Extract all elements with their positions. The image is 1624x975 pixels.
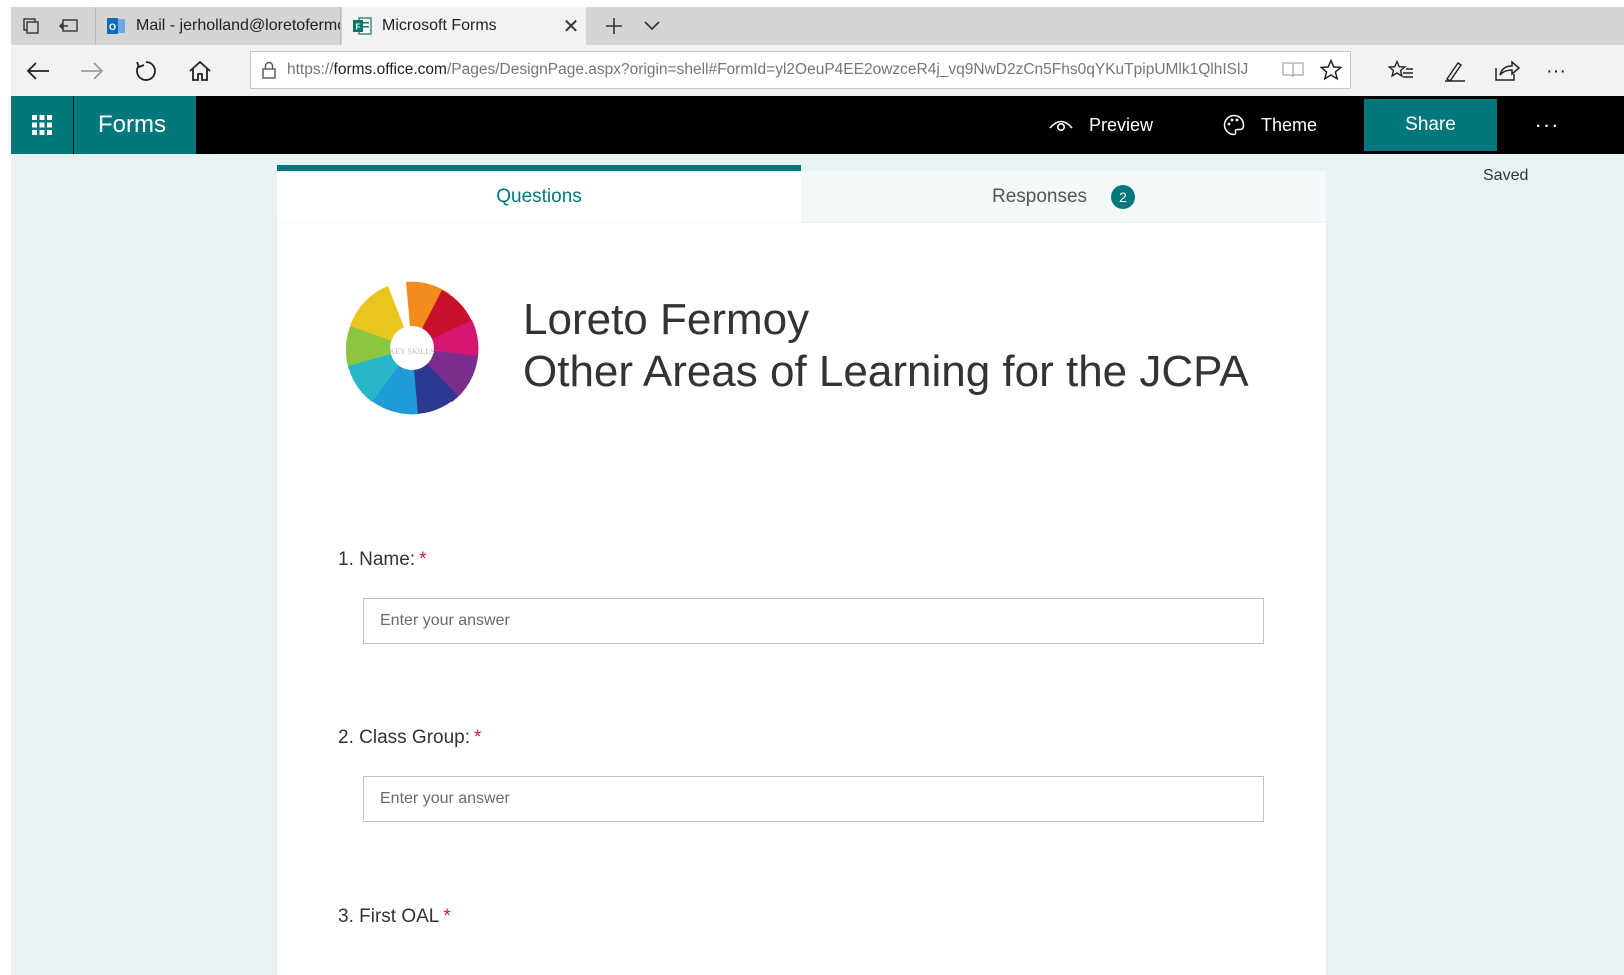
tab-microsoft-forms[interactable]: F Microsoft Forms ✕ [342, 7, 586, 45]
forward-icon[interactable] [67, 45, 117, 97]
share-page-icon[interactable] [1482, 45, 1532, 97]
form-card: KEY SKILLS Loreto Fermoy Other Areas of … [277, 223, 1326, 975]
browser-window: O Mail - jerholland@loretofermoy F Micro… [11, 7, 1624, 975]
app-name[interactable]: Forms [74, 96, 196, 154]
svg-text:F: F [355, 22, 360, 32]
required-marker: * [443, 906, 451, 927]
preview-button[interactable]: Preview [1049, 96, 1153, 154]
url-path: /Pages/DesignPage.aspx?origin=shell#Form… [446, 61, 1249, 78]
tab-strip: O Mail - jerholland@loretofermoy F Micro… [11, 7, 1624, 45]
tab-responses[interactable]: Responses 2 [801, 171, 1326, 223]
navigation-bar: https://forms.office.com/Pages/DesignPag… [11, 45, 1624, 98]
responses-label: Responses [991, 186, 1088, 207]
palette-icon [1223, 114, 1245, 136]
address-bar[interactable]: https://forms.office.com/Pages/DesignPag… [250, 51, 1351, 89]
theme-label: Theme [1261, 114, 1318, 135]
required-marker: * [474, 727, 482, 748]
new-tab-icon[interactable] [596, 7, 632, 45]
form-title[interactable]: Loreto Fermoy [523, 295, 809, 345]
url-text[interactable]: https://forms.office.com/Pages/DesignPag… [287, 61, 1274, 79]
required-marker: * [419, 549, 427, 570]
lock-icon [251, 61, 287, 79]
form-tabs: Questions Responses 2 [277, 165, 1326, 223]
app-launcher-icon[interactable] [11, 96, 73, 154]
reading-view-icon[interactable] [1274, 61, 1312, 79]
name-answer-input[interactable] [363, 598, 1264, 644]
tab-questions[interactable]: Questions [277, 165, 801, 223]
outlook-icon: O [107, 18, 125, 34]
eye-icon [1049, 120, 1073, 132]
theme-button[interactable]: Theme [1223, 96, 1317, 154]
restore-tabs-icon[interactable] [51, 7, 87, 45]
pen-icon[interactable] [1430, 45, 1480, 97]
tab-mail[interactable]: O Mail - jerholland@loretofermoy [95, 7, 341, 45]
tab-title: Microsoft Forms [382, 17, 497, 34]
form-subtitle[interactable]: Other Areas of Learning for the JCPA [523, 347, 1249, 397]
url-scheme: https:// [287, 61, 334, 78]
back-icon[interactable] [13, 45, 63, 97]
url-host: forms.office.com [333, 61, 447, 78]
class-group-answer-input[interactable] [363, 776, 1264, 822]
question-1-label[interactable]: 1. Name: * [338, 549, 427, 571]
favorite-star-icon[interactable] [1312, 59, 1350, 81]
responses-count-badge: 2 [1111, 185, 1136, 209]
question-2-label[interactable]: 2. Class Group: * [338, 727, 481, 749]
question-text: 3. First OAL [338, 906, 440, 927]
question-text: 2. Class Group: [338, 727, 470, 748]
set-aside-tabs-icon[interactable] [13, 7, 49, 45]
more-options-icon[interactable]: ··· [1527, 96, 1567, 154]
favorites-hub-icon[interactable] [1376, 45, 1426, 97]
svg-text:KEY SKILLS: KEY SKILLS [389, 347, 434, 356]
question-text: 1. Name: [338, 549, 416, 570]
forms-icon: F [353, 17, 372, 35]
forms-app-bar: Forms Preview Theme Share ··· [11, 96, 1624, 154]
settings-more-icon[interactable]: ··· [1536, 45, 1576, 97]
preview-label: Preview [1089, 114, 1154, 135]
save-status: Saved [1483, 167, 1529, 184]
question-3-label[interactable]: 3. First OAL * [338, 906, 451, 928]
tab-title: Mail - jerholland@loretofermoy [136, 17, 340, 34]
refresh-icon[interactable] [121, 45, 171, 97]
close-tab-icon[interactable]: ✕ [556, 14, 586, 39]
key-skills-logo: KEY SKILLS [345, 281, 479, 415]
chevron-down-icon[interactable] [634, 7, 670, 45]
share-button[interactable]: Share [1364, 99, 1497, 151]
svg-text:O: O [109, 22, 116, 32]
home-icon[interactable] [175, 45, 225, 97]
